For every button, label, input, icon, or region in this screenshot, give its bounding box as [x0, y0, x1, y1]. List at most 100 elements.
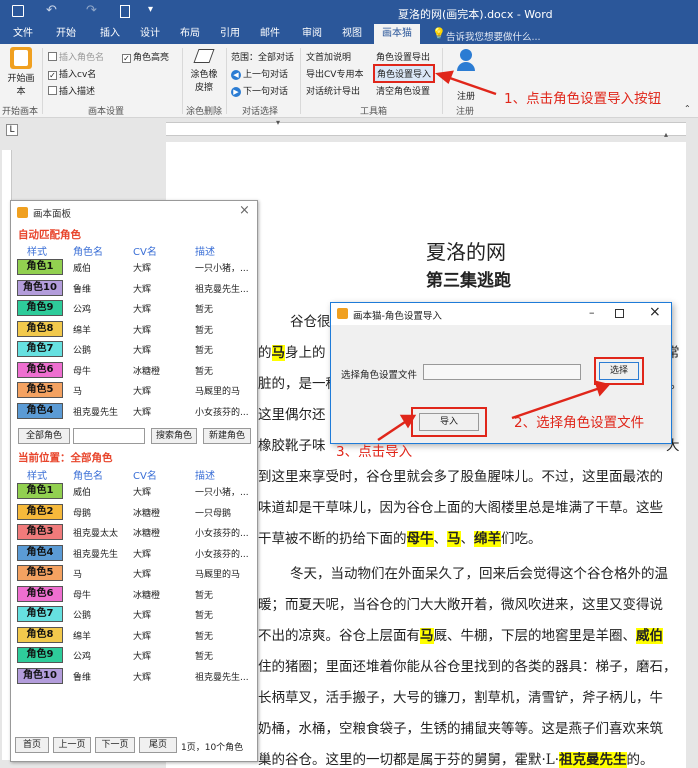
- tab-review[interactable]: 审阅: [294, 24, 330, 44]
- tab-selector-icon[interactable]: L: [6, 124, 18, 136]
- role-row[interactable]: 角色3 祖克曼太太 冰糖橙 小女孩芬的...: [11, 522, 257, 542]
- eraser-button[interactable]: 涂色橡皮擦: [186, 49, 222, 93]
- role-row[interactable]: 角色8 绵羊 大辉 暂无: [11, 319, 257, 339]
- role-cv: 大辉: [133, 549, 152, 560]
- file-path-input[interactable]: [423, 364, 581, 380]
- tab-references[interactable]: 引用: [212, 24, 248, 44]
- redo-icon[interactable]: ↷: [86, 3, 97, 18]
- first-page-button[interactable]: 首页: [15, 737, 49, 753]
- role-export-button[interactable]: 角色设置导出: [376, 50, 430, 63]
- col-cv-name: CV名: [133, 471, 157, 482]
- role-row[interactable]: 角色6 母牛 冰糖橙 暂无: [11, 360, 257, 380]
- role-style-chip[interactable]: 角色10: [17, 667, 63, 684]
- role-style-chip[interactable]: 角色6: [17, 361, 63, 378]
- role-style-chip[interactable]: 角色9: [17, 300, 63, 316]
- role-row[interactable]: 角色8 绵羊 大辉 暂无: [11, 625, 257, 645]
- close-icon[interactable]: ×: [239, 203, 250, 218]
- current-location-title: 当前位置：全部角色: [18, 452, 113, 464]
- search-role-button[interactable]: 搜索角色: [151, 428, 197, 444]
- role-highlight-checkbox[interactable]: ✓ 角色高亮: [122, 50, 169, 63]
- minimize-icon[interactable]: –: [589, 306, 595, 319]
- role-style-chip[interactable]: 角色6: [17, 585, 63, 602]
- maximize-icon[interactable]: [615, 309, 624, 318]
- role-style-chip[interactable]: 角色8: [17, 320, 63, 337]
- role-row[interactable]: 角色5 马 大辉 马厩里的马: [11, 563, 257, 583]
- role-style-chip[interactable]: 角色4: [17, 544, 63, 561]
- page-info: 1页，10个角色: [181, 743, 244, 753]
- export-cv-button[interactable]: 导出CV专用本: [306, 67, 363, 80]
- next-dialog-button[interactable]: ▶ 下一句对话: [231, 84, 288, 97]
- role-row[interactable]: 角色2 母鹅 冰糖橙 一只母鹅: [11, 502, 257, 522]
- doc-line: 干草被不断的扔给下面的母牛、马、绵羊们吃。: [258, 531, 542, 547]
- import-button[interactable]: 导入: [419, 413, 479, 431]
- role-style-chip[interactable]: 角色3: [17, 524, 63, 540]
- checkbox-icon: [48, 86, 57, 95]
- tab-home[interactable]: 开始: [48, 24, 84, 44]
- tab-file[interactable]: 文件: [4, 24, 42, 44]
- role-row[interactable]: 角色10 鲁维 大辉 祖克曼先生...: [11, 666, 257, 686]
- prev-dialog-button[interactable]: ◀ 上一句对话: [231, 67, 288, 80]
- tab-design[interactable]: 设计: [132, 24, 168, 44]
- right-indent-marker-icon[interactable]: ▴: [664, 130, 668, 139]
- prev-page-button[interactable]: 上一页: [53, 737, 91, 753]
- clear-roles-button[interactable]: 清空角色设置: [376, 84, 430, 97]
- next-page-button[interactable]: 下一页: [95, 737, 135, 753]
- tab-insert[interactable]: 插入: [92, 24, 128, 44]
- tab-layout[interactable]: 布局: [172, 24, 208, 44]
- role-row[interactable]: 角色9 公鸡 大辉 暂无: [11, 298, 257, 318]
- role-row[interactable]: 角色4 祖克曼先生 大辉 小女孩芬的...: [11, 401, 257, 421]
- close-icon[interactable]: ×: [649, 304, 661, 320]
- role-style-chip[interactable]: 角色2: [17, 503, 63, 520]
- annotation-step2: 2、选择角色设置文件: [514, 415, 645, 431]
- start-huaben-button[interactable]: 开始画本: [4, 47, 38, 101]
- undo-icon[interactable]: ↶: [46, 3, 57, 18]
- horizontal-ruler[interactable]: [166, 122, 686, 136]
- role-style-chip[interactable]: 角色10: [17, 279, 63, 296]
- dialog-title: 画本猫-角色设置导入: [353, 311, 442, 322]
- role-row[interactable]: 角色7 公鹅 大辉 暂无: [11, 604, 257, 624]
- role-row[interactable]: 角色5 马 大辉 马厩里的马: [11, 380, 257, 400]
- last-page-button[interactable]: 尾页: [139, 737, 177, 753]
- start-huaben-icon: [10, 47, 32, 69]
- new-doc-icon[interactable]: [120, 5, 130, 18]
- role-import-button[interactable]: 角色设置导入: [373, 64, 436, 83]
- role-row[interactable]: 角色10 鲁维 大辉 祖克曼先生...: [11, 278, 257, 298]
- role-style-chip[interactable]: 角色8: [17, 626, 63, 643]
- all-roles-button[interactable]: 全部角色: [18, 428, 70, 444]
- select-file-button[interactable]: 选择: [599, 362, 639, 380]
- role-style-chip[interactable]: 角色5: [17, 382, 63, 398]
- tab-view[interactable]: 视图: [334, 24, 370, 44]
- role-row[interactable]: 角色4 祖克曼先生 大辉 小女孩芬的...: [11, 543, 257, 563]
- tell-me-input[interactable]: 告诉我您想要做什么...: [446, 29, 541, 43]
- register-button[interactable]: 注册: [452, 49, 480, 102]
- role-style-chip[interactable]: 角色5: [17, 565, 63, 581]
- tab-huabenmao[interactable]: 画本猫: [374, 24, 420, 44]
- role-style-chip[interactable]: 角色9: [17, 647, 63, 663]
- role-cv: 大辉: [133, 325, 152, 336]
- role-style-chip[interactable]: 角色1: [17, 259, 63, 275]
- insert-cv-checkbox[interactable]: ✓ 插入cv名: [48, 67, 96, 80]
- role-style-chip[interactable]: 角色1: [17, 483, 63, 499]
- new-role-button[interactable]: 新建角色: [203, 428, 251, 444]
- role-style-chip[interactable]: 角色7: [17, 341, 63, 357]
- tab-mailings[interactable]: 邮件: [252, 24, 288, 44]
- role-cv: 大辉: [133, 672, 152, 683]
- role-style-chip[interactable]: 角色4: [17, 402, 63, 419]
- range-dropdown[interactable]: 范围：全部对话: [231, 50, 294, 63]
- role-row[interactable]: 角色9 公鸡 大辉 暂无: [11, 645, 257, 665]
- role-row[interactable]: 角色1 威伯 大辉 一只小猪，...: [11, 257, 257, 277]
- role-row[interactable]: 角色6 母牛 冰糖橙 暂无: [11, 584, 257, 604]
- role-row[interactable]: 角色1 威伯 大辉 一只小猪，...: [11, 481, 257, 501]
- role-style-chip[interactable]: 角色7: [17, 606, 63, 622]
- insert-desc-checkbox[interactable]: 插入描述: [48, 84, 95, 97]
- role-row[interactable]: 角色7 公鹅 大辉 暂无: [11, 339, 257, 359]
- customize-qat-icon[interactable]: ▾: [148, 4, 153, 15]
- doc-add-note-button[interactable]: 文首加说明: [306, 50, 351, 63]
- dialog-stats-button[interactable]: 对话统计导出: [306, 84, 360, 97]
- role-cv: 冰糖橙: [133, 508, 161, 519]
- save-icon[interactable]: [12, 5, 24, 17]
- indent-marker-icon[interactable]: ▾: [276, 118, 280, 127]
- search-role-input[interactable]: [73, 428, 145, 444]
- insert-role-checkbox[interactable]: 插入角色名: [48, 50, 104, 63]
- collapse-ribbon-icon[interactable]: ⌃: [684, 104, 691, 113]
